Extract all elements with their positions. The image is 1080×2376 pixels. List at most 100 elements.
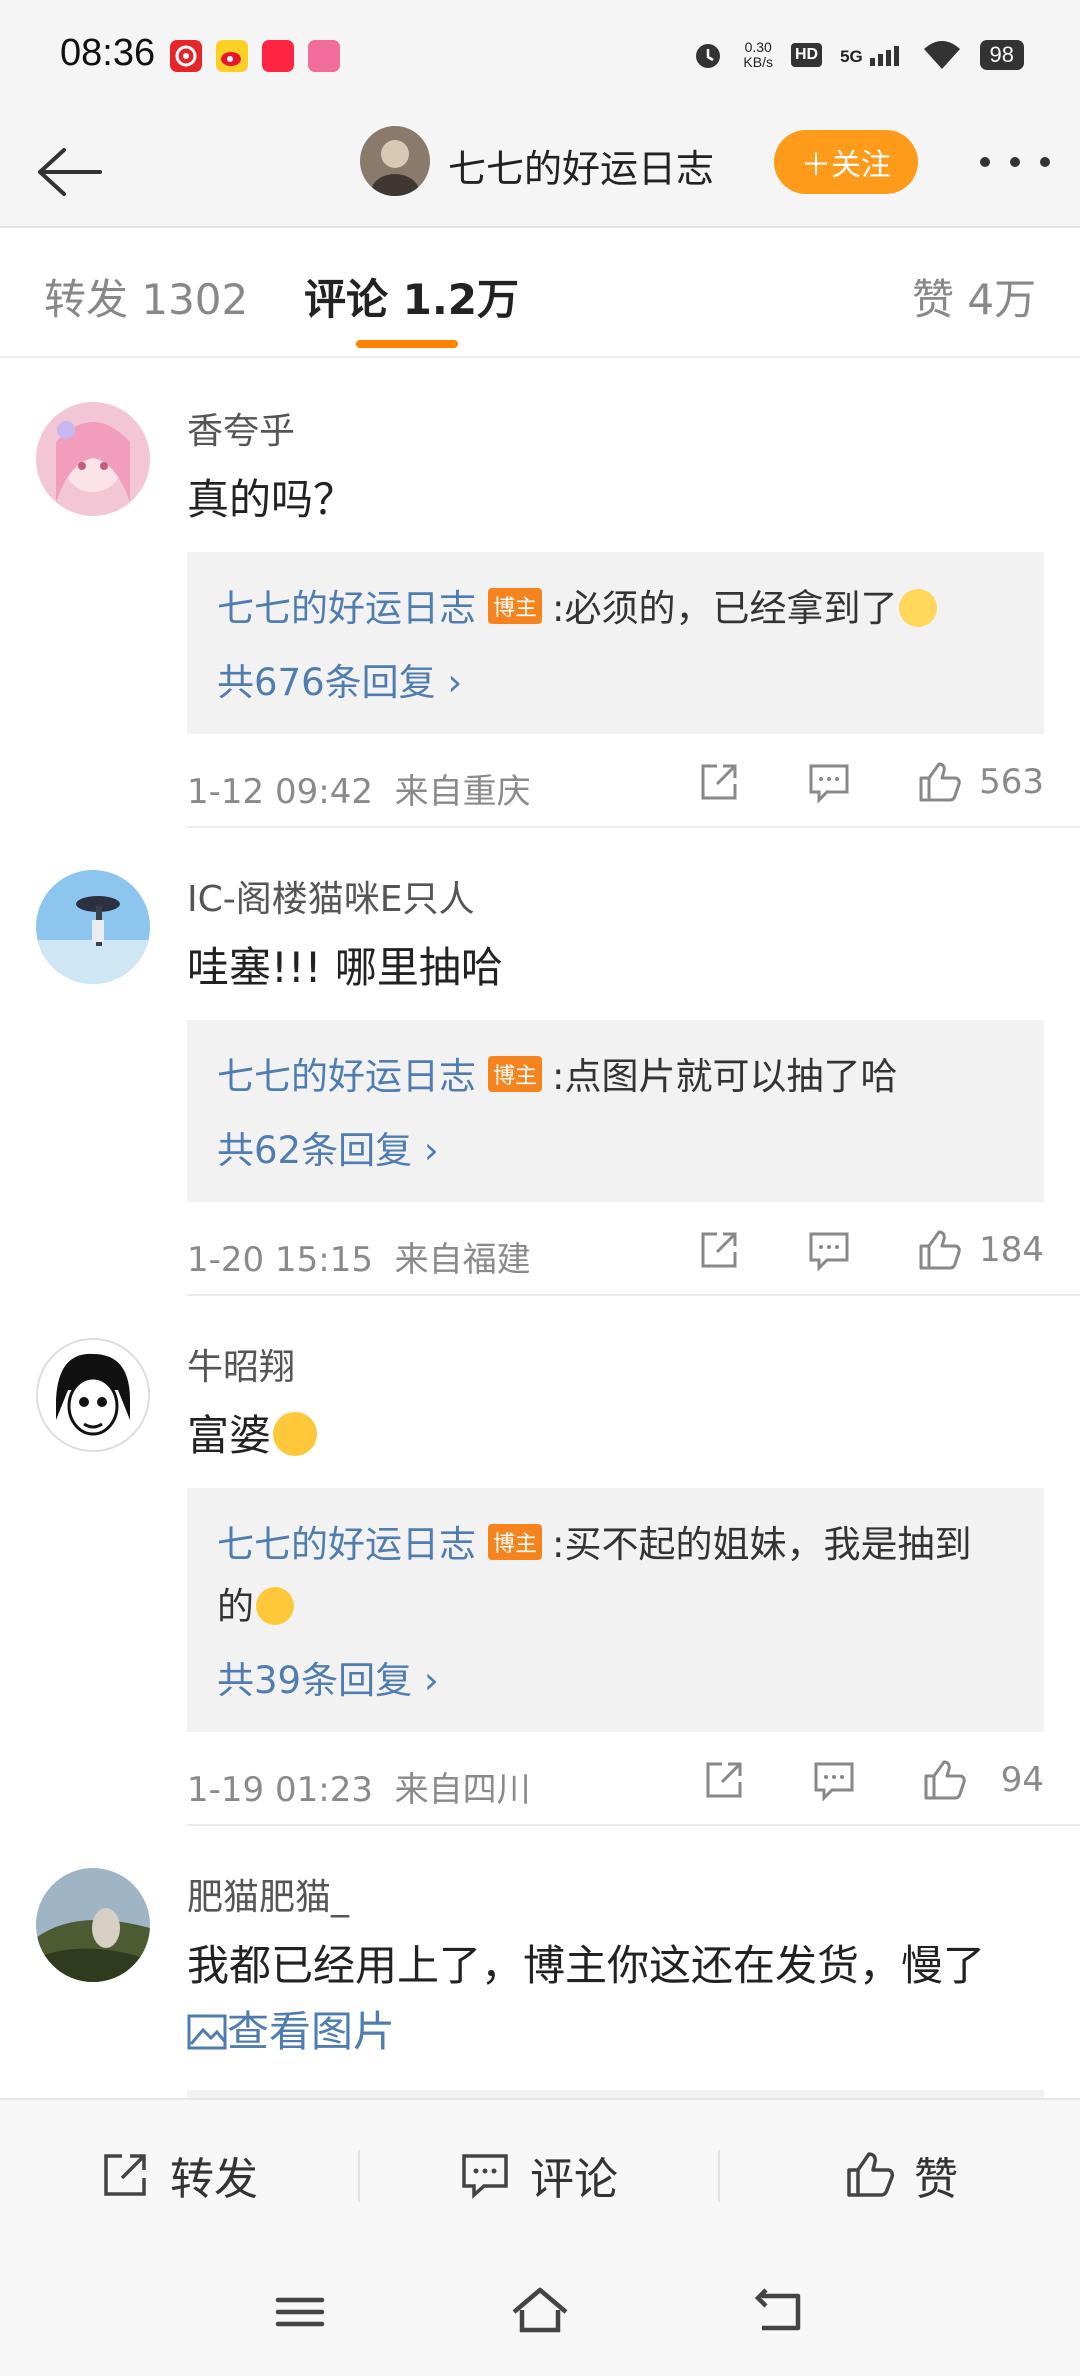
comment-icon xyxy=(462,2154,508,2199)
comment-username[interactable]: 香夸乎 xyxy=(187,402,295,454)
comment-icon[interactable] xyxy=(805,1226,853,1274)
comment-date: 1-20 15:15 xyxy=(187,1240,373,1280)
chevron-right-icon: › xyxy=(423,1129,439,1172)
reply-text: :买不起的姐妹，我是抽到 xyxy=(552,1523,972,1566)
network-type: 5G xyxy=(840,46,863,66)
share-icon[interactable] xyxy=(700,1756,748,1804)
dot-icon xyxy=(1040,157,1050,167)
xiaohongshu-icon xyxy=(262,40,294,72)
lofter-icon xyxy=(308,40,340,72)
view-replies-link[interactable]: 共39条回复 › xyxy=(217,1650,439,1704)
app-header: 七七的好运日志 ＋关注 xyxy=(0,112,1080,228)
active-tab-indicator xyxy=(356,340,458,348)
like-icon[interactable] xyxy=(915,758,963,806)
reply-preview[interactable]: 七七的好运日志 博主:必须的，已经拿到了 共676条回复 › xyxy=(187,552,1044,734)
dot-icon xyxy=(980,157,990,167)
comment-username[interactable]: 牛昭翔 xyxy=(187,1338,295,1390)
comment-meta: 1-20 15:15 来自福建 xyxy=(187,1232,531,1281)
chevron-right-icon: › xyxy=(447,661,463,704)
signal-icon: 5G xyxy=(840,44,903,67)
status-time: 08:36 xyxy=(60,32,156,74)
notification-icons xyxy=(170,40,340,72)
comment-item: 香夸乎 真的吗？ 七七的好运日志 博主:必须的，已经拿到了 共676条回复 › 1… xyxy=(0,360,1080,828)
share-icon xyxy=(104,2154,146,2196)
comment-actions: 563 xyxy=(695,758,1044,806)
weibo-icon xyxy=(216,40,248,72)
reply-author[interactable]: 七七的好运日志 xyxy=(217,1055,476,1098)
reply-count-label: 共39条回复 xyxy=(217,1659,413,1702)
back-arrow-icon xyxy=(38,148,102,196)
like-count: 563 xyxy=(979,762,1044,802)
back-button[interactable] xyxy=(24,130,104,210)
comment-meta: 1-12 09:42 来自重庆 xyxy=(187,764,531,813)
avatar[interactable] xyxy=(36,402,150,516)
comment-actions: 94 xyxy=(700,1756,1044,1804)
comment-button[interactable]: 评论 xyxy=(458,2130,618,2220)
comment-list: 香夸乎 真的吗？ 七七的好运日志 博主:必须的，已经拿到了 共676条回复 › 1… xyxy=(0,360,1080,2100)
view-image-label: 查看图片 xyxy=(227,2007,396,2056)
share-icon[interactable] xyxy=(695,1226,743,1274)
comment-date: 1-12 09:42 xyxy=(187,772,373,812)
tab-bar: 转发 1302 评论 1.2万 赞 4万 xyxy=(0,228,1080,358)
reply-line: 七七的好运日志 博主:点图片就可以抽了哈 xyxy=(217,1046,897,1100)
back-nav-icon[interactable] xyxy=(748,2280,812,2344)
alarm-icon xyxy=(696,44,721,68)
view-replies-link[interactable]: 共62条回复 › xyxy=(217,1120,439,1174)
comment-text-content: 富婆 xyxy=(187,1411,272,1460)
home-icon[interactable] xyxy=(508,2280,572,2344)
comment-icon[interactable] xyxy=(810,1756,858,1804)
like-icon[interactable] xyxy=(920,1756,968,1804)
follow-button[interactable]: ＋关注 xyxy=(774,130,918,194)
like-button[interactable]: 赞 xyxy=(842,2130,958,2220)
reply-author[interactable]: 七七的好运日志 xyxy=(217,587,476,630)
comment-text: 真的吗？ xyxy=(187,475,356,524)
like-count: 184 xyxy=(979,1230,1044,1270)
chevron-right-icon: › xyxy=(423,1659,439,1702)
menu-icon[interactable] xyxy=(268,2280,332,2344)
comment-date: 1-19 01:23 xyxy=(187,1770,373,1810)
like-label: 赞 xyxy=(914,2154,958,2205)
comment-username[interactable]: IC-阁楼猫咪E只人 xyxy=(187,870,475,922)
image-icon xyxy=(187,2014,227,2050)
avatar[interactable] xyxy=(36,1868,150,1982)
avatar[interactable] xyxy=(36,870,150,984)
comment-location: 来自四川 xyxy=(394,1770,531,1810)
comment-text: 我都已经用上了，博主你这还在发货，慢了 xyxy=(187,1941,986,1990)
comment-username[interactable]: 肥猫肥猫_ xyxy=(187,1868,349,1920)
net-speed-unit: KB/s xyxy=(743,54,773,70)
glasses-emoji-icon xyxy=(899,589,938,627)
view-image-link[interactable]: 查看图片 xyxy=(187,1998,395,2059)
like-icon[interactable] xyxy=(915,1226,963,1274)
repost-button[interactable]: 转发 xyxy=(98,2130,258,2220)
view-replies-link[interactable]: 共676条回复 › xyxy=(217,652,462,706)
reply-preview[interactable]: 七七的好运日志 博主:买不起的姐妹，我是抽到 的 共39条回复 › xyxy=(187,1488,1044,1732)
reply-count-label: 共676条回复 xyxy=(217,661,436,704)
author-avatar[interactable] xyxy=(360,126,430,196)
comment-icon[interactable] xyxy=(805,758,853,806)
avatar[interactable] xyxy=(36,1338,150,1452)
share-icon[interactable] xyxy=(695,758,743,806)
comment-location: 来自重庆 xyxy=(394,772,531,812)
separator xyxy=(358,2150,360,2202)
separator xyxy=(718,2150,720,2202)
author-badge: 博主 xyxy=(488,1524,543,1560)
comment-item: IC-阁楼猫咪E只人 哇塞!!! 哪里抽哈 七七的好运日志 博主:点图片就可以抽了… xyxy=(0,828,1080,1296)
tab-comments[interactable]: 评论 1.2万 xyxy=(304,266,519,327)
tab-likes[interactable]: 赞 4万 xyxy=(912,266,1036,327)
reply-count-label: 共62条回复 xyxy=(217,1129,413,1172)
page-title[interactable]: 七七的好运日志 xyxy=(448,138,714,193)
reply-text: 的 xyxy=(217,1585,254,1628)
net-speed: 0.30 KB/s xyxy=(743,40,773,70)
comment-actions: 184 xyxy=(695,1226,1044,1274)
more-options-button[interactable] xyxy=(980,142,1050,182)
comment-item: 肥猫肥猫_ 我都已经用上了，博主你这还在发货，慢了 查看图片 xyxy=(0,1826,1080,2100)
tab-repost[interactable]: 转发 1302 xyxy=(44,266,248,327)
bottom-action-bar: 转发 评论 赞 xyxy=(0,2098,1080,2252)
reply-line: 七七的好运日志 博主:买不起的姐妹，我是抽到 xyxy=(217,1514,971,1568)
reply-author[interactable]: 七七的好运日志 xyxy=(217,1523,476,1566)
comment-label: 评论 xyxy=(530,2154,618,2205)
reply-text: :点图片就可以抽了哈 xyxy=(552,1055,898,1098)
reply-preview[interactable]: 七七的好运日志 博主:点图片就可以抽了哈 共62条回复 › xyxy=(187,1020,1044,1202)
comment-text: 哇塞!!! 哪里抽哈 xyxy=(187,943,503,992)
status-bar: 08:36 0.30 KB/s HD 5G 98 xyxy=(0,0,1080,112)
